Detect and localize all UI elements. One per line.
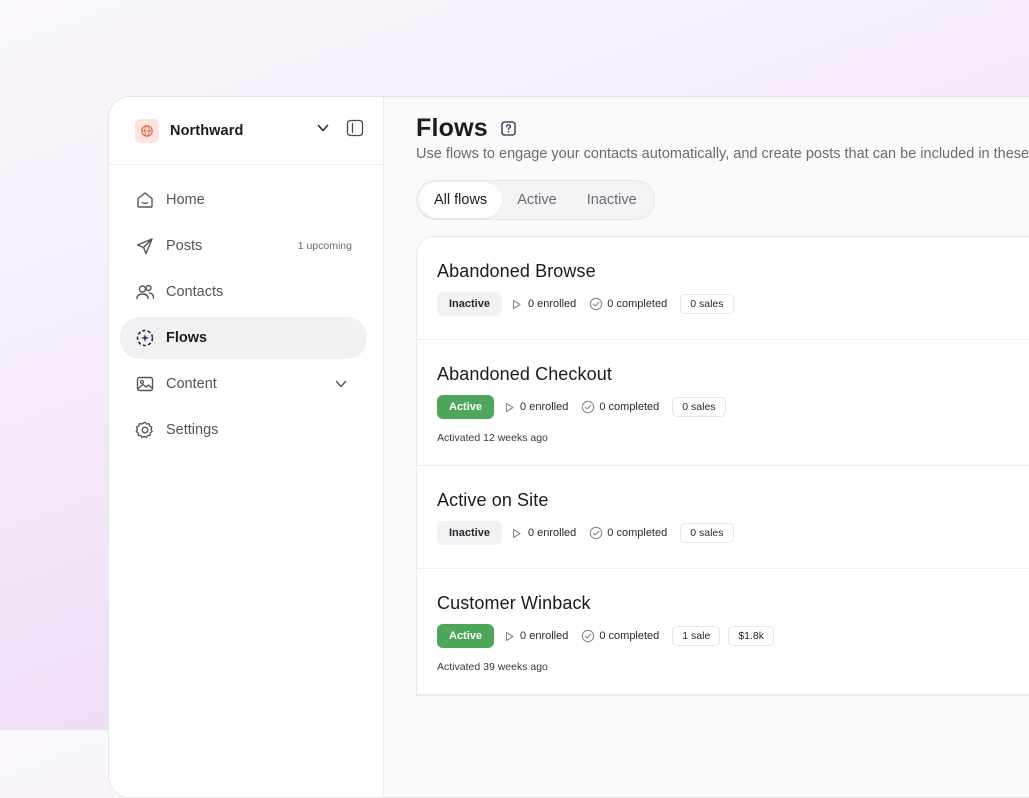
sidebar-item-label: Contacts <box>166 284 224 300</box>
enrolled-count: 0 enrolled <box>520 401 569 413</box>
workspace-name: Northward <box>170 122 244 139</box>
completed-stat: 0 completed <box>581 629 659 643</box>
sidebar-toggle-icon[interactable] <box>345 118 365 138</box>
sales-chip: 0 sales <box>680 523 734 543</box>
sidebar-item-label: Content <box>166 376 217 392</box>
sidebar-item-content[interactable]: Content <box>120 363 367 405</box>
flow-name: Abandoned Browse <box>437 261 596 281</box>
check-circle-icon <box>589 526 603 540</box>
sidebar-item-label: Flows <box>166 330 208 346</box>
check-circle-icon <box>581 629 595 643</box>
help-icon[interactable] <box>501 120 516 136</box>
flow-list: Abandoned Browse Inactive 0 enrolled 0 c… <box>416 236 1029 696</box>
flow-meta: Active 0 enrolled 0 completed 1 sale $1.… <box>437 624 1029 648</box>
flow-name: Customer Winback <box>437 593 591 613</box>
tab-inactive[interactable]: Inactive <box>572 182 652 218</box>
enrolled-count: 0 enrolled <box>527 527 577 539</box>
enrolled-stat: 0 enrolled <box>510 526 576 540</box>
sidebar-item-flows[interactable]: Flows <box>120 317 367 359</box>
gear-icon <box>135 420 155 440</box>
sidebar-nav: Home Posts 1 upcoming Contacts Flows Con… <box>109 165 383 451</box>
enrolled-stat: 0 enrolled <box>502 629 568 643</box>
workspace-switcher[interactable]: Northward <box>109 97 383 165</box>
activated-time: Activated 12 weeks ago <box>437 432 548 444</box>
send-icon <box>135 236 155 256</box>
main-content: Flows Use flows to engage your contacts … <box>384 97 1029 797</box>
play-icon <box>510 297 524 311</box>
status-badge: Active <box>437 395 495 419</box>
play-icon <box>502 400 516 414</box>
flows-icon <box>135 328 155 348</box>
completed-count: 0 completed <box>607 298 668 310</box>
tab-all-flows[interactable]: All flows <box>419 182 503 218</box>
chevron-down-icon[interactable] <box>314 119 332 137</box>
sidebar-item-label: Settings <box>166 422 219 438</box>
sales-chip: 0 sales <box>672 397 726 417</box>
flow-card[interactable]: Abandoned Browse Inactive 0 enrolled 0 c… <box>417 237 1029 340</box>
check-circle-icon <box>589 297 603 311</box>
status-badge: Active <box>437 624 495 648</box>
play-icon <box>510 526 524 540</box>
sidebar-item-label: Home <box>166 192 205 208</box>
chevron-down-icon[interactable] <box>333 376 349 392</box>
enrolled-stat: 0 enrolled <box>502 400 568 414</box>
completed-count: 0 completed <box>599 630 660 642</box>
flow-meta: Active 0 enrolled 0 completed 0 sales <box>437 395 1029 419</box>
flow-card[interactable]: Active on Site Inactive 0 enrolled 0 com… <box>417 466 1029 569</box>
flow-meta: Inactive 0 enrolled 0 completed 0 sales <box>437 292 1029 316</box>
flow-name: Active on Site <box>437 490 549 510</box>
page-header: Flows <box>416 114 1029 142</box>
check-circle-icon <box>581 400 595 414</box>
flow-name: Abandoned Checkout <box>437 364 612 384</box>
app-window: Northward Home Posts 1 upcoming Contacts… <box>108 96 1029 798</box>
status-badge: Inactive <box>437 521 502 545</box>
revenue-chip: $1.8k <box>728 626 775 646</box>
enrolled-stat: 0 enrolled <box>510 297 576 311</box>
play-icon <box>502 629 516 643</box>
sidebar-item-settings[interactable]: Settings <box>120 409 367 451</box>
filter-tabs: All flows Active Inactive <box>416 180 655 220</box>
image-icon <box>135 374 155 394</box>
completed-stat: 0 completed <box>589 526 667 540</box>
sidebar-item-home[interactable]: Home <box>120 179 367 221</box>
enrolled-count: 0 enrolled <box>520 630 569 642</box>
tab-active[interactable]: Active <box>502 182 572 218</box>
users-icon <box>135 282 155 302</box>
status-badge: Inactive <box>437 292 502 316</box>
completed-stat: 0 completed <box>581 400 659 414</box>
upcoming-count: 1 upcoming <box>297 240 352 252</box>
sidebar: Northward Home Posts 1 upcoming Contacts… <box>109 97 384 797</box>
page-title: Flows <box>416 113 488 142</box>
flow-meta: Inactive 0 enrolled 0 completed 0 sales <box>437 521 1029 545</box>
sales-chip: 1 sale <box>672 626 721 646</box>
activated-time: Activated 39 weeks ago <box>437 661 548 673</box>
sidebar-item-label: Posts <box>166 238 203 254</box>
completed-stat: 0 completed <box>589 297 667 311</box>
completed-count: 0 completed <box>607 527 668 539</box>
sidebar-item-posts[interactable]: Posts 1 upcoming <box>120 225 367 267</box>
home-icon <box>135 190 155 210</box>
completed-count: 0 completed <box>599 401 660 413</box>
flow-card[interactable]: Abandoned Checkout Active 0 enrolled 0 c… <box>417 340 1029 466</box>
flow-card[interactable]: Customer Winback Active 0 enrolled 0 com… <box>417 569 1029 695</box>
sales-chip: 0 sales <box>680 294 734 314</box>
page-subtitle: Use flows to engage your contacts automa… <box>416 146 1029 162</box>
sidebar-item-contacts[interactable]: Contacts <box>120 271 367 313</box>
enrolled-count: 0 enrolled <box>527 298 577 310</box>
globe-icon <box>135 118 159 143</box>
